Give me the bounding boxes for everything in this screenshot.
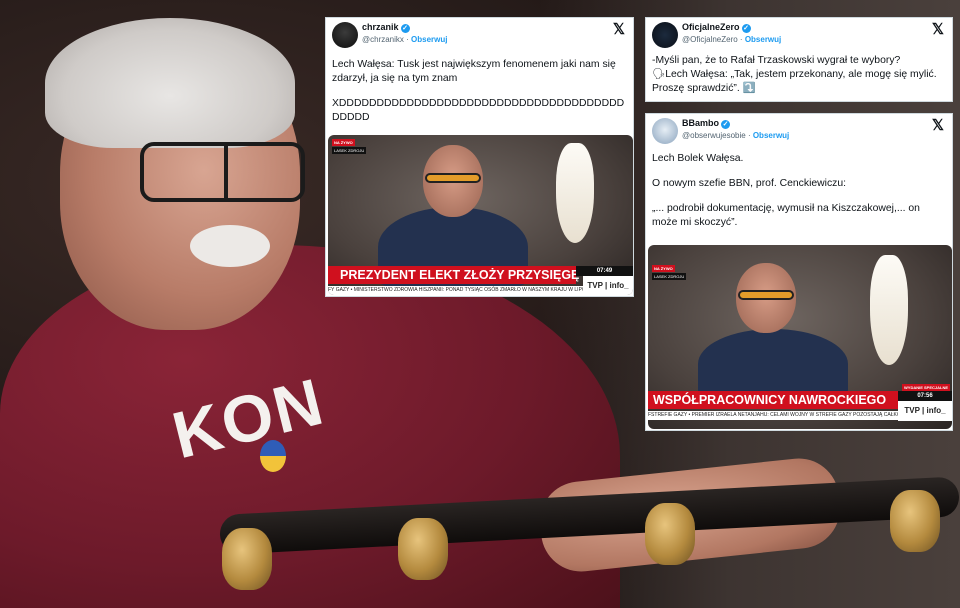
tweet-text: Lech Bolek Wałęsa. O nowym szefie BBN, p… <box>646 148 952 230</box>
tweet-text-line: 🗣Lech Wałęsa: „Tak, jestem przekonany, a… <box>652 69 937 94</box>
tweet-text-line: Lech Bolek Wałęsa. <box>652 153 744 164</box>
tweet-handle-row: @OficjalneZero · Obserwuj <box>682 35 782 44</box>
railing-knob <box>398 518 448 580</box>
tweet-handle[interactable]: @obserwujesobie <box>682 131 746 140</box>
tweet-handle[interactable]: @chrzanikx <box>362 35 404 44</box>
eyeglasses <box>140 142 305 202</box>
tweet-text-line: O nowym szefie BBN, prof. Cenckiewiczu: <box>652 178 847 189</box>
tweet-card-oficjalnezero[interactable]: OficjalneZero ✓ @OficjalneZero · Obserwuj… <box>645 17 953 102</box>
avatar[interactable] <box>652 118 678 144</box>
tweet-handle[interactable]: @OficjalneZero <box>682 35 738 44</box>
tv-live-badge: NA ŻYWO <box>652 265 675 272</box>
tv-clock: 07:49 <box>576 266 633 276</box>
tweet-card-chrzanik[interactable]: chrzanik ✓ @chrzanikx · Obserwuj 𝕏 Lech W… <box>325 17 634 297</box>
tweet-header: chrzanik ✓ @chrzanikx · Obserwuj 𝕏 <box>326 18 633 52</box>
verified-badge-icon: ✓ <box>721 120 731 129</box>
tweet-username[interactable]: chrzanik ✓ <box>362 22 410 33</box>
tv-channel-logo: TVP | info_ <box>583 276 633 295</box>
ukraine-pin-icon <box>260 440 286 472</box>
tv-ticker: FY GAZY • MINISTERSTWO ZDROWIA HISZPANII… <box>328 286 583 295</box>
tweet-text-line: Lech Wałęsa: Tusk jest największym fenom… <box>332 59 616 84</box>
railing-knob <box>890 490 940 552</box>
tv-ticker: FSTREFIE GAZY • PREMIER IZRAELA NETANJAH… <box>648 411 898 420</box>
follow-button[interactable]: Obserwuj <box>411 35 447 44</box>
tweet-username[interactable]: OficjalneZero ✓ <box>682 22 751 33</box>
verified-badge-icon: ✓ <box>741 24 751 33</box>
railing-knob <box>222 528 272 590</box>
x-logo-icon[interactable]: 𝕏 <box>613 20 625 38</box>
tv-sunglasses <box>738 290 794 300</box>
tweet-text-line: XDDDDDDDDDDDDDDDDDDDDDDDDDDDDDDDDDDDDDDD… <box>332 98 625 123</box>
tweet-text: -Myśli pan, że to Rafał Trzaskowski wygr… <box>646 52 952 96</box>
studio-lamp <box>870 255 908 365</box>
x-logo-icon[interactable]: 𝕏 <box>932 20 944 38</box>
follow-button[interactable]: Obserwuj <box>753 131 789 140</box>
tweet-header: BBambo ✓ @obserwujesobie · Obserwuj 𝕏 <box>646 114 952 148</box>
tv-live-badge: NA ŻYWO <box>332 139 355 146</box>
tv-headline-banner: WSPÓŁPRACOWNICY NAWROCKIEGO <box>648 391 898 409</box>
tweet-username[interactable]: BBambo ✓ <box>682 118 731 129</box>
man-hair <box>45 18 295 148</box>
tweet-video[interactable]: NA ŻYWO LASEK ZDROJU WYDANIE SPECJALNE W… <box>648 245 952 429</box>
tv-clock: 07:56 <box>898 391 952 401</box>
mustache <box>190 225 270 267</box>
avatar[interactable] <box>332 22 358 48</box>
tweet-text-line: „... podrobił dokumentację, wymusił na K… <box>652 203 920 228</box>
tv-headline-banner: PREZYDENT ELEKT ZŁOŻY PRZYSIĘGĘ <box>328 266 579 284</box>
tv-person-body <box>698 329 848 399</box>
tweet-header: OficjalneZero ✓ @OficjalneZero · Obserwuj… <box>646 18 952 52</box>
studio-lamp <box>556 143 594 243</box>
railing-knob <box>645 503 695 565</box>
tweet-text: Lech Wałęsa: Tusk jest największym fenom… <box>326 52 633 125</box>
tv-channel-logo: TVP | info_ <box>898 401 952 421</box>
x-logo-icon[interactable]: 𝕏 <box>932 116 944 134</box>
follow-button[interactable]: Obserwuj <box>745 35 781 44</box>
avatar[interactable] <box>652 22 678 48</box>
verified-badge-icon: ✓ <box>400 24 410 33</box>
tv-special-badge: WYDANIE SPECJALNE <box>902 384 951 391</box>
tweet-card-bbambo[interactable]: BBambo ✓ @obserwujesobie · Obserwuj 𝕏 Lec… <box>645 113 953 431</box>
tweet-video[interactable]: NA ŻYWO LASEK ZDROJU PREZYDENT ELEKT ZŁO… <box>328 135 633 295</box>
tweet-text-line: -Myśli pan, że to Rafał Trzaskowski wygr… <box>652 55 901 66</box>
tv-location-label: LASEK ZDROJU <box>652 273 687 280</box>
tv-sunglasses <box>425 173 481 183</box>
tweet-handle-row: @obserwujesobie · Obserwuj <box>682 131 790 140</box>
tv-location-label: LASEK ZDROJU <box>332 147 367 154</box>
tweet-handle-row: @chrzanikx · Obserwuj <box>362 35 448 44</box>
